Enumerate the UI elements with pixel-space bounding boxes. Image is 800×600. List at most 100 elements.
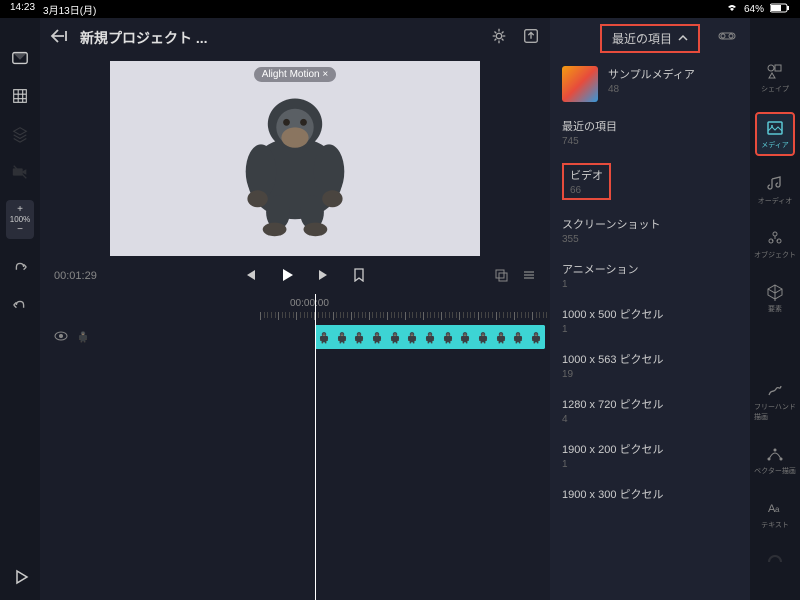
wifi-icon [726,3,738,16]
media-list[interactable]: サンプルメディア 48 最近の項目 745 ビデオ 66 スクリーンショット [550,58,750,600]
aspect-ratio-icon[interactable] [10,48,30,68]
media-item-screenshot[interactable]: スクリーンショット 355 [550,208,750,253]
back-button[interactable] [50,28,70,49]
media-item-1900x200[interactable]: 1900 x 200 ピクセル 1 [550,433,750,478]
header: 新規プロジェクト ... [40,18,550,58]
media-label: サンプルメディア [608,66,738,82]
tool-text[interactable]: Aa テキスト [757,494,793,534]
media-count: 4 [562,414,738,425]
thumb-icon [562,66,598,102]
media-label: 1000 x 563 ピクセル [562,351,738,367]
chevron-up-icon [678,31,688,45]
camera-off-icon[interactable] [10,162,30,182]
media-label: スクリーンショット [562,216,738,232]
play-triangle-icon[interactable] [14,569,30,590]
redo-icon[interactable] [10,295,30,315]
media-count: 1 [562,279,738,290]
media-count: 1 [562,324,738,335]
svg-text:a: a [775,505,780,514]
tool-vector[interactable]: ベクター描画 [750,440,800,480]
media-label: ビデオ [570,167,603,183]
timeline[interactable]: 00:00:00 [40,294,550,600]
text-label: テキスト [761,520,789,530]
layers-icon[interactable] [10,124,30,144]
media-count: 745 [562,136,738,147]
vector-label: ベクター描画 [754,466,796,476]
media-label: メディア [761,140,789,150]
freehand-label: フリーハンド描画 [754,402,796,422]
menu-lines-icon[interactable] [522,268,536,285]
battery-icon [770,3,790,16]
gorilla-image [210,73,380,243]
skip-start-icon[interactable] [243,268,257,285]
status-bar: 14:23 3月13日(月) 64% [0,0,800,18]
zoom-value: 100% [8,215,32,224]
media-item-recent[interactable]: 最近の項目 745 [550,110,750,155]
zoom-plus[interactable]: + [8,204,32,215]
object-icon [765,228,785,248]
settings-icon[interactable] [490,27,508,50]
media-count: 355 [562,234,738,245]
track-row[interactable] [40,324,550,350]
undo-icon[interactable] [10,257,30,277]
media-item-1280x720[interactable]: 1280 x 720 ピクセル 4 [550,388,750,433]
media-item-1900x300[interactable]: 1900 x 300 ピクセル [550,478,750,512]
media-item-video[interactable]: ビデオ 66 [550,155,750,208]
visibility-icon[interactable] [54,329,68,346]
audio-label: オーディオ [758,196,793,206]
skip-end-icon[interactable] [317,268,331,285]
media-label: 1900 x 200 ピクセル [562,441,738,457]
dropdown-label: 最近の項目 [612,30,672,47]
media-label: 最近の項目 [562,118,738,134]
media-label: アニメーション [562,261,738,277]
element-icon [765,282,785,302]
panel-header: 最近の項目 [550,18,750,58]
status-time: 14:23 [10,2,35,17]
freehand-icon [765,380,785,400]
tool-shape[interactable]: シェイプ [757,58,793,98]
battery-percent: 64% [744,4,764,15]
media-label: 1280 x 720 ピクセル [562,396,738,412]
ruler-time: 00:00:00 [290,298,329,309]
status-date: 3月13日(月) [43,2,96,17]
media-item-1000x563[interactable]: 1000 x 563 ピクセル 19 [550,343,750,388]
project-title: 新規プロジェクト ... [80,28,480,48]
zoom-control[interactable]: + 100% − [6,200,34,239]
bookmark-icon[interactable] [353,268,365,285]
play-icon[interactable] [279,267,295,286]
media-label: 1900 x 300 ピクセル [562,486,738,502]
timeline-ruler[interactable]: 00:00:00 [140,298,550,320]
playback-bar: 00:01:29 [40,258,550,294]
tool-freehand[interactable]: フリーハンド描画 [750,376,800,426]
tool-object[interactable]: オブジェクト [750,224,800,264]
watermark[interactable]: Alight Motion × [254,67,336,82]
media-item-1000x500[interactable]: 1000 x 500 ピクセル 1 [550,298,750,343]
export-icon[interactable] [522,27,540,50]
media-count: 48 [608,84,738,95]
track-thumb-icon[interactable] [76,329,90,346]
recent-items-dropdown[interactable]: 最近の項目 [600,24,700,53]
more-icon [765,552,785,572]
left-toolbar: + 100% − [0,18,40,600]
link-icon[interactable] [718,29,736,47]
playhead[interactable] [315,294,316,600]
tool-media[interactable]: メディア [755,112,795,156]
grid-icon[interactable] [10,86,30,106]
zoom-minus[interactable]: − [8,224,32,235]
media-item-sample[interactable]: サンプルメディア 48 [550,58,750,110]
tool-element[interactable]: 要素 [761,278,789,318]
tool-audio[interactable]: オーディオ [754,170,797,210]
copy-icon[interactable] [494,268,508,285]
vector-icon [765,444,785,464]
media-icon [765,118,785,138]
preview-area[interactable]: Alight Motion × [40,58,550,258]
object-label: オブジェクト [754,250,796,260]
media-count: 1 [562,459,738,470]
video-clip[interactable] [315,325,545,349]
preview-canvas: Alight Motion × [110,61,480,256]
media-item-animation[interactable]: アニメーション 1 [550,253,750,298]
element-label: 要素 [768,304,782,314]
audio-icon [765,174,785,194]
tool-more[interactable] [761,548,789,576]
media-panel: 最近の項目 サンプルメディア 48 最近の項目 745 [550,18,750,600]
